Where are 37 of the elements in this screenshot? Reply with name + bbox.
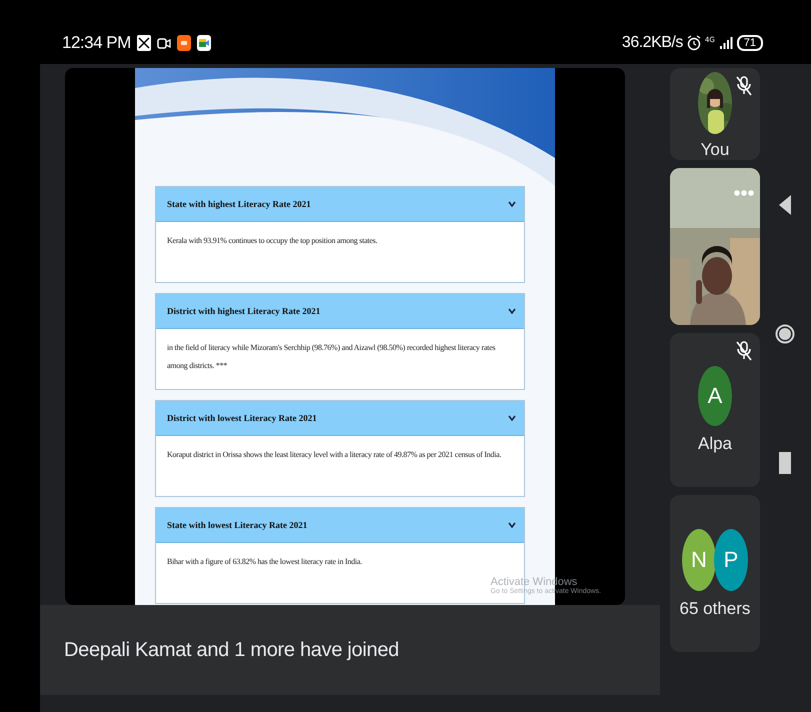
accordion-title: District with highest Literacy Rate 2021	[167, 306, 320, 316]
chevron-down-icon	[508, 201, 516, 207]
participant-tile[interactable]: A Alpa	[670, 333, 760, 487]
clock-time: 12:34 PM	[62, 33, 131, 53]
meet-icon	[196, 35, 211, 51]
accordion-text: in the field of literacy while Mizoram's Serchhip (98.76%) and Aizawl (98.50%) recorded highest literacy rates among districts. ***	[167, 343, 496, 370]
app-icon	[136, 35, 151, 51]
chevron-down-icon	[508, 415, 516, 421]
network-speed: 36.2KB/s	[622, 34, 683, 52]
accordion-text: Koraput district in Orissa shows the least literacy level with a literacy rate of 49.87% as per 2021 census of India.	[167, 450, 502, 459]
participant-tile[interactable]: You	[670, 68, 760, 160]
participant-name: You	[700, 140, 730, 160]
participant-name: Alpa	[698, 434, 732, 454]
participant-tile[interactable]: N P 65 others	[670, 495, 760, 652]
app-icon	[176, 35, 191, 51]
accordion-text: Bihar with a figure of 63.82% has the lowest literacy rate in India.	[167, 557, 362, 566]
home-icon[interactable]	[775, 324, 795, 344]
chevron-down-icon	[508, 522, 516, 528]
accordion-title: State with lowest Literacy Rate 2021	[167, 520, 308, 530]
accordion-header[interactable]: State with highest Literacy Rate 2021	[156, 187, 524, 222]
chevron-down-icon	[508, 308, 516, 314]
participant-name: 65 others	[680, 598, 750, 618]
participant-avatar: A	[698, 366, 732, 426]
join-notification: Deepali Kamat and 1 more have joined	[40, 605, 660, 695]
accordion-text: Kerala with 93.91% continues to occupy the top position among states.	[167, 236, 378, 245]
battery-level: 71	[736, 35, 763, 51]
accordion-header[interactable]: District with highest Literacy Rate 2021	[156, 294, 524, 329]
back-icon[interactable]	[778, 194, 792, 216]
accordion-title: District with lowest Literacy Rate 2021	[167, 413, 317, 423]
signal-icon	[718, 36, 733, 50]
participant-avatar: N	[682, 528, 716, 590]
accordion-title: State with highest Literacy Rate 2021	[167, 199, 311, 209]
alarm-icon	[686, 35, 701, 51]
participant-avatar: P	[714, 528, 748, 590]
accordion-header[interactable]: District with lowest Literacy Rate 2021	[156, 401, 524, 436]
accordion-header[interactable]: State with lowest Literacy Rate 2021	[156, 508, 524, 543]
video-camera-icon	[156, 36, 171, 50]
